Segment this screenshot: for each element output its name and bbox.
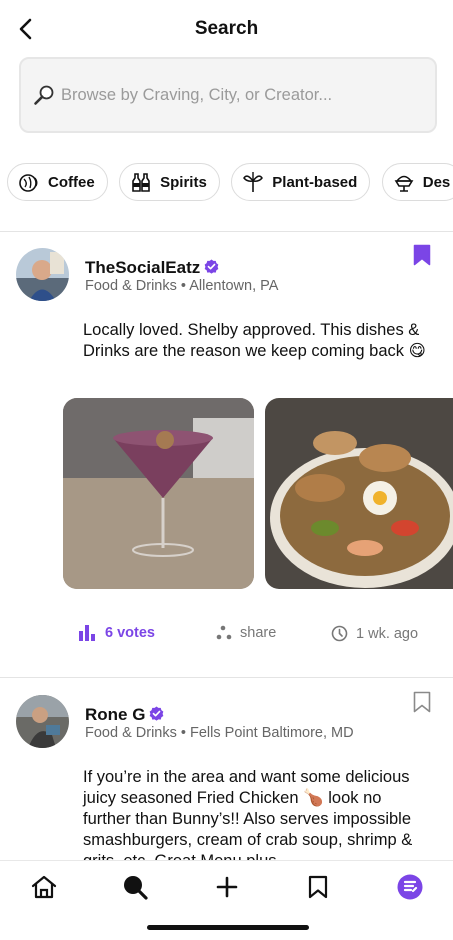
post-category: Food & Drinks: [85, 725, 177, 741]
votes-count: 6 votes: [105, 625, 155, 641]
timestamp: 1 wk. ago: [331, 625, 418, 642]
bookmark-outline-icon: [413, 691, 431, 713]
meta-separator: •: [176, 725, 191, 741]
plus-icon: [216, 876, 238, 898]
votes-button[interactable]: 6 votes: [79, 625, 155, 641]
chip-label: Plant-based: [272, 173, 358, 191]
chip-coffee[interactable]: Coffee: [7, 163, 108, 201]
post-meta: Food & Drinks • Allentown, PA: [85, 278, 278, 294]
share-icon: [216, 625, 232, 640]
header: Search: [0, 0, 453, 56]
share-label: share: [240, 625, 277, 641]
chip-spirits[interactable]: Spirits: [119, 163, 220, 201]
search-bar[interactable]: [19, 57, 437, 133]
avatar[interactable]: [16, 695, 69, 748]
post-card: TheSocialEatz Food & Drinks • Allentown,…: [0, 232, 453, 676]
bookmark-button[interactable]: [413, 244, 433, 268]
tab-search[interactable]: [118, 870, 152, 904]
chip-label: Coffee: [48, 173, 95, 191]
meta-separator: •: [176, 278, 190, 294]
dessert-icon: [391, 169, 417, 195]
search-input[interactable]: [61, 85, 421, 105]
chip-dessert[interactable]: Des: [381, 163, 453, 201]
category-chips: Coffee Spirits Plant-based Des: [7, 163, 453, 203]
share-button[interactable]: share: [216, 625, 276, 641]
search-icon: [124, 876, 148, 900]
app-logo-icon: [397, 874, 423, 900]
bookmark-button[interactable]: [413, 691, 433, 715]
post-text: If you’re in the area and want some deli…: [83, 768, 413, 860]
post-meta: Food & Drinks • Fells Point Baltimore, M…: [85, 725, 354, 741]
author-name[interactable]: Rone G: [85, 705, 164, 725]
clock-icon: [331, 625, 348, 642]
tab-profile[interactable]: [393, 870, 427, 904]
post-text: Locally loved. Shelby approved. This dis…: [83, 321, 426, 360]
post-card: Rone G Food & Drinks • Fells Point Balti…: [0, 678, 453, 860]
author-name[interactable]: TheSocialEatz: [85, 258, 219, 278]
coffee-icon: [16, 169, 42, 195]
bookmark-icon: [308, 875, 328, 899]
plant-icon: [240, 169, 266, 195]
post-location[interactable]: Allentown, PA: [189, 278, 278, 294]
search-icon: [31, 82, 57, 108]
post-photo-cocktail[interactable]: [63, 398, 254, 589]
avatar[interactable]: [16, 248, 69, 301]
chip-label: Spirits: [160, 173, 207, 191]
chip-label: Des: [422, 173, 451, 191]
tab-home[interactable]: [27, 870, 61, 904]
tab-add[interactable]: [210, 870, 244, 904]
verified-badge-icon: [204, 259, 219, 274]
bookmark-filled-icon: [413, 244, 431, 266]
post-time: 1 wk. ago: [356, 625, 419, 642]
post-location[interactable]: Fells Point Baltimore, MD: [190, 725, 354, 741]
tab-saved[interactable]: [301, 870, 335, 904]
verified-badge-icon: [150, 706, 164, 721]
home-indicator: [147, 925, 309, 930]
bottles-icon: [128, 169, 154, 195]
bar-chart-icon: [79, 625, 95, 641]
post-photo-bowl[interactable]: [265, 398, 453, 589]
chip-plant-based[interactable]: Plant-based: [231, 163, 371, 201]
post-category: Food & Drinks: [85, 278, 177, 294]
home-icon: [31, 875, 57, 899]
page-title: Search: [194, 18, 259, 39]
